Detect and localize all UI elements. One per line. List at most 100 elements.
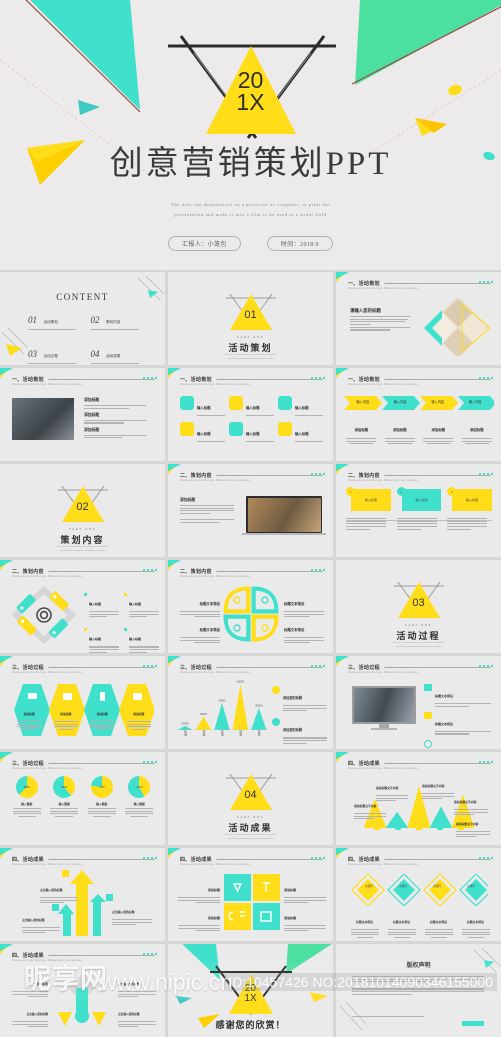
divider-part-label: PART ONE — [404, 623, 433, 627]
flow-step-label: 输入内容 — [393, 400, 407, 404]
pie-chart-item: 77% 输入数据 — [85, 776, 119, 818]
diamond-keyword: 关键词 — [399, 885, 407, 888]
hero-subtitle: The user can demonstrate on a projector … — [0, 200, 501, 219]
item-title: 添加标题文字内容 — [422, 784, 445, 788]
tag-text-item[interactable]: 输入标题 — [124, 627, 159, 653]
number-card[interactable]: 2 输入标题 — [396, 487, 442, 530]
flow-detail: 添加标题 — [460, 418, 495, 445]
slide-thumbnail[interactable]: 二、策划内容 Please enter your title here. Ple… — [168, 464, 333, 557]
slide-thumbnail[interactable]: 二、策划内容 Please enter your title here. Ple… — [168, 560, 333, 653]
slide-thumbnail[interactable]: 三、活动过程 Please enter your title here. Ple… — [0, 752, 165, 845]
list-item[interactable]: 标题文本预设 — [424, 711, 492, 735]
item-title: 标题文本预设 — [284, 628, 305, 632]
item-title: 输入标题 — [197, 406, 211, 410]
corner-marker-icon — [0, 848, 13, 855]
slide-header-title: 一、活动策划 — [348, 378, 380, 383]
content-item[interactable]: 01 活动策划 — [28, 310, 81, 331]
square-label: 添加标题 — [284, 878, 328, 904]
slide-body-text: 添加标题 添加标题 添加标题 — [84, 398, 148, 439]
body-title: 添加标题 — [84, 412, 100, 417]
slide-thumbnail[interactable]: 03 PART ONE 活动过程 The user can demonstrat… — [336, 560, 501, 653]
header-rule — [383, 283, 491, 284]
slide-thumbnail[interactable]: 二、策划内容 Please enter your title here. Ple… — [336, 464, 501, 557]
slide-thumbnail[interactable]: 02 PART ONE 策划内容 The user can demonstrat… — [0, 464, 165, 557]
slide-thumbnail-grid: CONTENT 01 活动策划 02 策划内容 03 活动过程 04 活动成果 — [0, 272, 501, 1037]
tag-text-item[interactable]: 输入标题 — [124, 592, 159, 618]
legend-swatch-icon — [272, 718, 280, 727]
icon-text-item[interactable]: 输入标题 — [180, 422, 225, 443]
card-title: 输入标题 — [364, 497, 377, 502]
icon-text-item[interactable]: 输入标题 — [278, 422, 323, 443]
card-number: 2 — [396, 487, 406, 496]
divider-cn-title: 活动策划 — [228, 343, 273, 353]
icon-text-item[interactable]: 输入标题 — [229, 396, 274, 417]
slide-thumbnail[interactable]: 一、活动策划 Please enter your title here. Ple… — [336, 368, 501, 461]
slide-header-title: 一、活动策划 — [348, 282, 380, 287]
slide-header: 二、策划内容 — [12, 568, 155, 575]
diamond-label: 标题文本预设 — [422, 910, 455, 939]
pie-chart-row: 63% 输入数据 39% 输入数据 77% 输入数据 42% 输入数据 — [10, 776, 156, 818]
number-card[interactable]: 1 输入标题 — [346, 487, 391, 530]
content-item[interactable]: 02 策划内容 — [90, 310, 144, 331]
slide-thumbnail[interactable]: 一、活动策划 Please enter your title here. Ple… — [0, 368, 165, 461]
slide-thumbnail[interactable]: 一、活动策划 Please enter your title here. Ple… — [336, 272, 501, 365]
chart-x-tick: 标题 — [257, 730, 262, 736]
pie-chart-item: 39% 输入数据 — [48, 776, 82, 818]
slide-thumbnail[interactable]: CONTENT 01 活动策划 02 策划内容 03 活动过程 04 活动成果 — [0, 272, 165, 365]
content-item[interactable]: 04 活动成果 — [90, 344, 144, 365]
list-item[interactable]: 标题文本预设 — [424, 739, 492, 749]
header-dots-icon — [479, 281, 493, 283]
legend-swatch-icon — [272, 686, 280, 694]
hero-meta-pills: 汇报人：小笼包 时间：2018.9 — [0, 236, 501, 251]
flow-step-label: 输入内容 — [356, 400, 370, 404]
slide-thumbnail[interactable]: 三、活动过程 Please enter your title here. Ple… — [168, 656, 333, 749]
content-title: CONTENT — [56, 292, 109, 302]
slide-thumbnail[interactable]: 三、活动过程 Please enter your title here. Ple… — [0, 656, 165, 749]
message-icon — [424, 711, 432, 719]
slide-header-subtitle: Please enter your title here. Please ent… — [12, 767, 83, 770]
square-marker-icon — [52, 904, 59, 911]
tag-text-item[interactable]: 输入标题 — [84, 627, 119, 653]
icon-text-item[interactable]: 输入标题 — [229, 422, 274, 443]
item-title: 添加标题 — [23, 712, 35, 716]
slide-thumbnail[interactable]: 04 PART ONE 活动成果 The user can demonstrat… — [168, 752, 333, 845]
corner-marker-icon — [168, 464, 181, 471]
chart-x-tick: 标题 — [220, 730, 225, 736]
hero-title: 创意营销策划PPT — [109, 146, 392, 182]
header-dots-icon — [143, 953, 157, 955]
header-dots-icon — [143, 569, 157, 571]
diamond-label: 标题文本预设 — [385, 910, 418, 939]
icon-text-item[interactable]: 输入标题 — [278, 396, 323, 417]
slide-header-subtitle: Please enter your title here. Please ent… — [348, 479, 419, 482]
content-item-label: 活动过程 — [43, 354, 58, 359]
header-dots-icon — [143, 665, 157, 667]
flow-step-label: 输入内容 — [431, 400, 445, 404]
slide-thumbnail[interactable]: 四、活动成果 Please enter your title here. Ple… — [336, 752, 501, 845]
tag-text-item[interactable]: 输入标题 — [84, 592, 119, 618]
chart-x-tick: 标题 — [183, 730, 188, 736]
mountain-label: 添加标题文字内容 — [422, 774, 456, 800]
number-card[interactable]: 3 输入标题 — [447, 487, 492, 530]
header-dots-icon — [143, 377, 157, 379]
slide-thumbnail[interactable]: 四、活动成果 Please enter your title here. Ple… — [0, 848, 165, 941]
slide-thumbnail[interactable]: 01 PART ONE 活动策划 The user can demonstrat… — [168, 272, 333, 365]
slide-thumbnail[interactable]: 四、活动成果 Please enter your title here. Ple… — [168, 848, 333, 941]
content-item[interactable]: 03 活动过程 — [28, 344, 81, 365]
icon-text-item[interactable]: 输入标题 — [180, 396, 225, 417]
slide-thumbnail[interactable]: 三、活动过程 Please enter your title here. Ple… — [336, 656, 501, 749]
slide-header-subtitle: Please enter your title here. Please ent… — [348, 767, 419, 770]
content-item-label: 策划内容 — [105, 320, 121, 324]
item-title: 添加标题 — [207, 888, 220, 892]
body-title: 添加标题 — [180, 498, 196, 502]
list-item[interactable]: 标题文本预设 — [424, 684, 492, 707]
feature-list: 标题文本预设 标题文本预设 标题文本预设 — [424, 684, 492, 749]
flow-detail: 添加标题 — [383, 418, 418, 445]
slide-thumbnail[interactable]: 一、活动策划 Please enter your title here. Ple… — [168, 368, 333, 461]
slide-thumbnail[interactable]: 二、策划内容 Please enter your title here. Ple… — [0, 560, 165, 653]
slide-thumbnail[interactable]: 四、活动成果 Please enter your title here. Ple… — [336, 848, 501, 941]
slide-header-title: 三、活动过程 — [180, 666, 212, 671]
header-rule — [215, 859, 323, 860]
slide-header-title: 三、活动过程 — [12, 666, 44, 671]
divider-cn-title: 策划内容 — [60, 535, 105, 545]
pie-graphic: 63% — [15, 776, 38, 798]
